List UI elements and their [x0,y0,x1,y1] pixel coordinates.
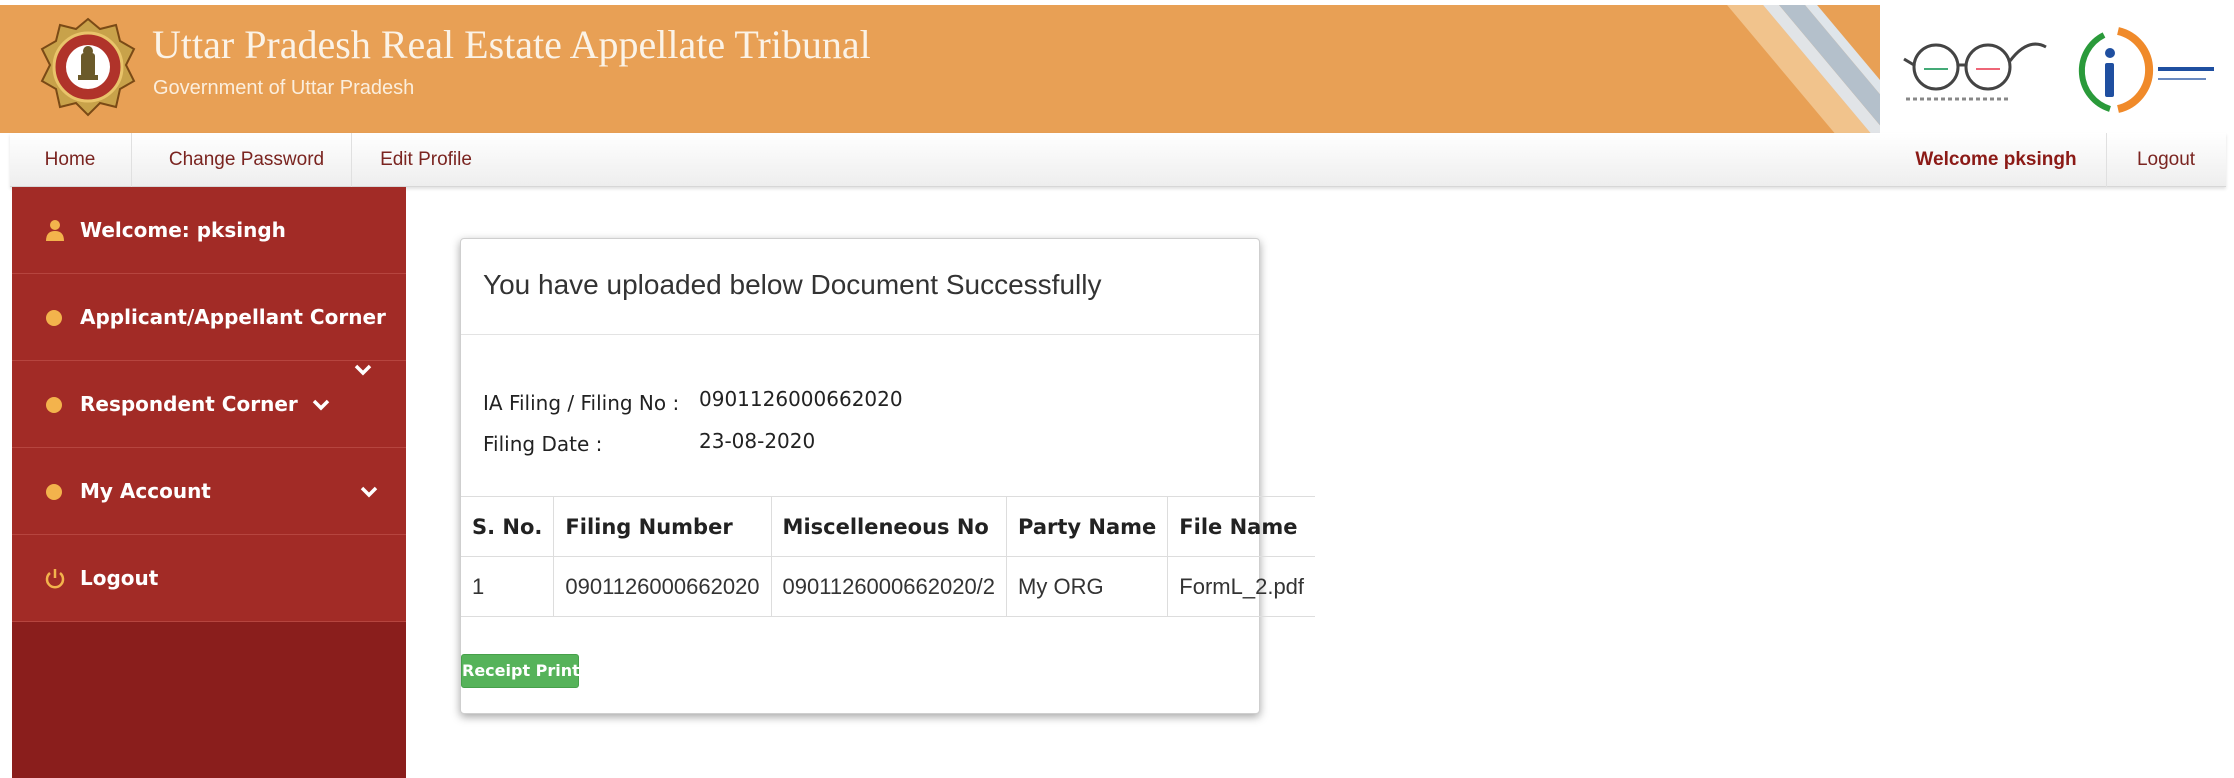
table-cell: 0901126000662020 [553,556,772,617]
divider [461,334,1259,335]
table-cell: 1 [461,556,555,617]
power-icon [45,569,65,589]
sidebar-item-label: My Account [80,479,211,503]
column-header: Party Name [1006,496,1169,557]
nav-home[interactable]: Home [10,133,130,187]
sidebar-item-applicant-corner[interactable]: Applicant/Appellant Corner [12,274,406,361]
nav-welcome-user: Welcome pksingh [1915,149,2077,170]
sidebar-item-respondent-corner[interactable]: Respondent Corner [12,361,406,448]
sidebar-item-label: Applicant/Appellant Corner [80,305,386,329]
nav-separator [2106,133,2107,187]
column-header: Filing Number [553,496,772,557]
user-icon [46,220,64,241]
filing-date-value: 23-08-2020 [699,429,816,453]
sidebar-item-label: Respondent Corner [80,392,298,416]
receipt-print-button[interactable]: Receipt Print [461,654,580,688]
digital-india-logo [2078,27,2214,113]
table-cell: My ORG [1006,556,1169,617]
table-row: 1 0901126000662020 0901126000662020/2 My… [461,556,1316,617]
nav-logout[interactable]: Logout [2116,133,2216,187]
state-emblem-icon [40,17,136,117]
site-title: Uttar Pradesh Real Estate Appellate Trib… [152,22,871,67]
table-header-row: S. No. Filing Number Miscelleneous No Pa… [461,496,1316,557]
header-banner: Uttar Pradesh Real Estate Appellate Trib… [0,5,2226,133]
sidebar-item-welcome: Welcome: pksingh [12,187,406,274]
column-header: Miscelleneous No [770,496,1008,557]
column-header: S. No. [461,496,555,557]
site-subtitle: Government of Uttar Pradesh [153,77,415,99]
filing-no-label: IA Filing / Filing No : [483,391,680,415]
column-header: File Name [1167,496,1316,557]
filing-date-label: Filing Date : [483,432,603,456]
circle-icon [46,484,62,500]
chevron-down-icon [312,399,330,411]
nav-edit-profile[interactable]: Edit Profile [352,133,500,187]
chevron-down-icon [354,364,372,376]
sidebar-item-logout[interactable]: Logout [12,535,406,622]
circle-icon [46,397,62,413]
top-nav: Home Change Password Edit Profile Welcom… [10,133,2226,187]
circle-icon [46,310,62,326]
table-cell: FormL_2.pdf [1167,556,1316,617]
documents-table: S. No. Filing Number Miscelleneous No Pa… [461,496,1316,617]
nav-change-password[interactable]: Change Password [132,133,361,187]
sidebar-item-my-account[interactable]: My Account [12,448,406,535]
sidebar: Welcome: pksingh Applicant/Appellant Cor… [12,187,406,778]
filing-no-value: 0901126000662020 [699,387,903,411]
chevron-down-icon [360,486,378,498]
sidebar-item-label: Welcome: pksingh [80,218,286,242]
sidebar-item-label: Logout [80,566,159,590]
swachh-bharat-logo [1903,42,2047,101]
card-title: You have uploaded below Document Success… [483,269,1102,300]
table-cell: 0901126000662020/2 [770,556,1008,617]
upload-success-card: You have uploaded below Document Success… [460,238,1316,714]
